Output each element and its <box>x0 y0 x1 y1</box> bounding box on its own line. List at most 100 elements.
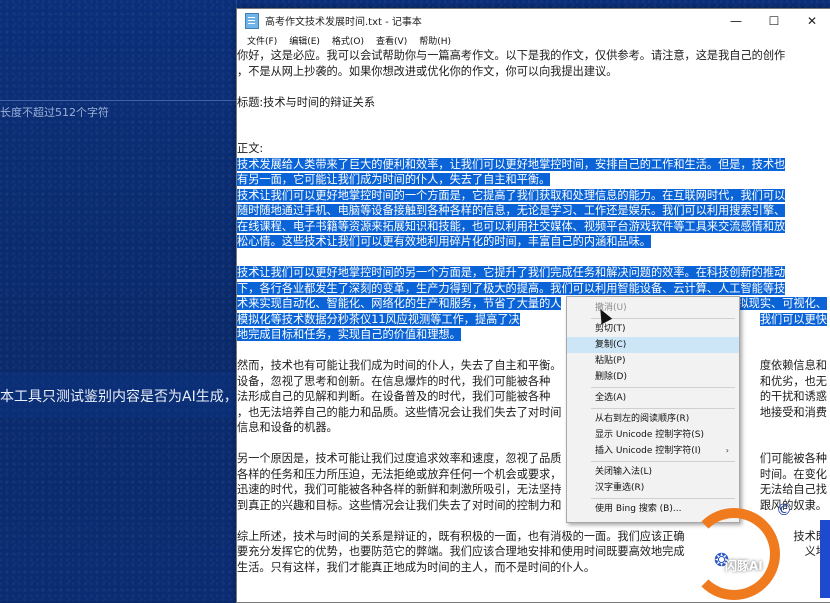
maximize-button[interactable]: ☐ <box>755 9 793 32</box>
selected-text: 技术让我们可以更好地掌控时间的一个方面是，它提高了我们获取和处理信息的能力。在互… <box>237 188 786 202</box>
submenu-arrow-icon: › <box>725 446 729 455</box>
line-text: 跟风的奴隶。 <box>759 498 827 512</box>
text-line: ，不是从网上抄袭的。如果你想改进或优化你的作文，你可以向我提出建议。 <box>237 64 617 80</box>
text-line-tail: 时间。在变化 <box>760 467 827 483</box>
text-line: 设备，忽视了思考和创新。在信息爆炸的时代，我们可能被各种 <box>237 374 550 390</box>
text-line: 各样的任务和压力所压迫，无法拒绝或放弃任何一个机会或要求， <box>237 467 561 483</box>
selected-text: 技术发展给人类带来了巨大的便利和效率，让我们可以更好地掌控时间，安排自己的工作和… <box>237 157 786 171</box>
line-text: 信息和设备的机器。 <box>237 421 338 434</box>
line-text: 然而，技术也有可能让我们成为时间的仆人，失去了自主和平衡。 <box>237 359 562 372</box>
text-line-tail: 无法给自己找 <box>760 482 827 498</box>
line-text: 生活。只有这样，我们才能真正地成为时间的主人，而不是时间的仆人。 <box>237 560 596 574</box>
line-text: 法形成自己的见解和判断。在设备普及的时代，我们可能被各种 <box>237 390 551 403</box>
text-line-tail: 的干扰和诱惑 <box>760 389 827 405</box>
text-line: 松心情。这些技术让我们可以更有效地利用碎片化的时间，丰富自己的内涵和品味。 <box>237 234 651 250</box>
line-text: 综上所述，技术与时间的关系是辩证的，既有积极的一面，也有消极的一面。我们应该正确 <box>237 529 685 543</box>
text-line: 要充分发挥它的优势，也要防范它的弊端。我们应该合理地安排和使用时间既要高效地完成 <box>237 544 685 560</box>
minimize-button[interactable]: — <box>717 9 755 32</box>
context-menu-item[interactable]: 汉字重选(R) <box>567 480 739 496</box>
text-line: 你好，这是必应。我可以会试帮助你与一篇高考作文。以下是我的作文，仅供参考。请注意… <box>237 48 785 64</box>
menu-format[interactable]: 格式(O) <box>326 34 370 47</box>
menu-separator <box>591 318 735 319</box>
text-line: 技术让我们可以更好地掌控时间的另一个方面是，它提升了我们完成任务和解决问题的效率… <box>237 265 786 281</box>
text-line: 综上所述，技术与时间的关系是辩证的，既有积极的一面，也有消极的一面。我们应该正确 <box>237 529 685 545</box>
context-menu-item[interactable]: 剪切(T) <box>567 321 739 337</box>
menu-edit[interactable]: 编辑(E) <box>283 34 326 47</box>
line-text: 们可能被各种 <box>759 452 827 465</box>
line-text: ，不是从网上抄袭的。如果你想改进或优化你的作文，你可以向我提出建议。 <box>237 64 618 78</box>
selected-text: 在线课程、电子书籍等资源来拓展知识和技能，也可以利用社交媒体、视频平台游戏软件等… <box>237 219 786 233</box>
text-line: 迅速的时代，我们可能被各种各样的新鲜和刺激所吸引，无法坚持 <box>237 482 561 498</box>
text-line: 另一个原因是，技术可能让我们过度追求效率和速度，忽视了品质 <box>237 451 561 467</box>
context-menu-item[interactable]: 从右到左的阅读顺序(R) <box>567 411 739 427</box>
menu-separator <box>591 387 735 388</box>
notepad-icon <box>245 12 259 29</box>
context-menu-item[interactable]: 粘贴(P) <box>567 353 739 369</box>
line-text: 迅速的时代，我们可能被各种各样的新鲜和刺激所吸引，无法坚持 <box>237 483 562 496</box>
line-text: 正文: <box>237 142 264 155</box>
selected-text: 有另一面，它可能让我们成为时间的仆人，失去了自主和平衡。 <box>237 173 551 186</box>
context-menu-label: 从右到左的阅读顺序(R) <box>595 414 690 424</box>
text-line: 术来实现自动化、智能化、网络化的生产和服务，节省了大量的人 <box>237 296 562 312</box>
watermark-brand: 闪豚AI <box>725 559 763 573</box>
text-line: 随时随地通过手机、电脑等设备接触到各种各样的信息，无论是学习、工作还是娱乐。我们… <box>237 203 786 219</box>
selected-text: 地完成目标和任务，实现自己的价值和理想。 <box>237 328 461 341</box>
text-line: 技术让我们可以更好地掌控时间的一个方面是，它提高了我们获取和处理信息的能力。在互… <box>237 188 786 204</box>
context-menu-label: 全选(A) <box>595 393 627 403</box>
text-line: 到真正的兴趣和目标。这些情况会让我们失去了对时间的控制力和 <box>237 498 561 514</box>
input-divider <box>0 100 236 101</box>
line-text: 的干扰和诱惑 <box>759 390 827 403</box>
line-text: 到真正的兴趣和目标。这些情况会让我们失去了对时间的控制力和 <box>237 498 562 512</box>
context-menu-label: 使用 Bing 搜索 (B)... <box>595 504 682 514</box>
context-menu-item[interactable]: 显示 Unicode 控制字符(S) <box>567 427 739 443</box>
menu-file[interactable]: 文件(F) <box>241 34 283 47</box>
selected-text: 我们可以更快 <box>759 312 827 326</box>
text-line: 技术发展给人类带来了巨大的便利和效率，让我们可以更好地掌控时间，安排自己的工作和… <box>237 157 786 173</box>
context-menu-label: 剪切(T) <box>595 324 626 334</box>
menu-view[interactable]: 查看(V) <box>370 34 413 47</box>
text-line-tail: 和优劣，也无 <box>760 374 827 390</box>
context-menu-item[interactable]: 全选(A) <box>567 390 739 406</box>
line-text: 地接受和消费 <box>759 405 827 419</box>
menu-separator <box>591 408 735 409</box>
menu-separator <box>591 498 735 499</box>
context-menu-label: 复制(C) <box>595 340 627 350</box>
text-line-tail: 我们可以更快 <box>759 312 827 328</box>
text-line: 生活。只有这样，我们才能真正地成为时间的主人，而不是时间的仆人。 <box>237 560 595 576</box>
selected-text: 模拟化等技术数据分秒茶仪11风应视测等工作，提高了决 <box>237 312 520 326</box>
context-menu-label: 关闭输入法(L) <box>595 467 653 477</box>
context-menu-item[interactable]: 撤消(U) <box>567 300 739 316</box>
line-text: 和优劣，也无 <box>759 374 827 388</box>
selected-text: 随时随地通过手机、电脑等设备接触到各种各样的信息，无论是学习、工作还是娱乐。我们… <box>237 204 786 217</box>
window-controls: — ☐ ✕ <box>717 9 830 32</box>
watermark-side-bar <box>820 520 830 598</box>
text-line: ，也无法培养自己的能力和品质。这些情况会让我们失去了对时间 <box>237 405 561 421</box>
context-menu-label: 删除(D) <box>595 372 627 382</box>
title-bar[interactable]: 高考作文技术发展时间.txt - 记事本 — ☐ ✕ <box>237 9 830 32</box>
selected-text: 松心情。这些技术让我们可以更有效地利用碎片化的时间，丰富自己的内涵和品味。 <box>237 235 651 248</box>
text-line-tail: 们可能被各种 <box>760 451 827 467</box>
selected-text: 技术让我们可以更好地掌控时间的另一个方面是，它提升了我们完成任务和解决问题的效率… <box>237 266 786 279</box>
context-menu: 撤消(U) 剪切(T) 复制(C) 粘贴(P) 删除(D) 全选(A) 从右到左的阅读顺序(… <box>566 296 740 523</box>
text-line: 有另一面，它可能让我们成为时间的仆人，失去了自主和平衡。 <box>237 172 551 188</box>
text-line: 正文: <box>237 141 263 157</box>
context-menu-item[interactable]: 删除(D) <box>567 369 739 385</box>
text-line: 地完成目标和任务，实现自己的价值和理想。 <box>237 327 461 343</box>
selected-text: 下，各行各业都发生了深刻的变革，生产力得到了极大的提高。我们可以利用智能设备、云… <box>237 281 786 295</box>
line-text: 你好，这是必应。我可以会试帮助你与一篇高考作文。以下是我的作文，仅供参考。请注意… <box>237 49 786 62</box>
context-menu-item[interactable]: 关闭输入法(L) <box>567 464 739 480</box>
text-line: 模拟化等技术数据分秒茶仪11风应视测等工作，提高了决 <box>237 312 520 328</box>
text-line: 标题:技术与时间的辩证关系 <box>237 95 375 111</box>
text-line-tail: 跟风的奴隶。 <box>760 498 827 514</box>
close-button[interactable]: ✕ <box>793 9 830 32</box>
context-menu-item[interactable]: 复制(C) <box>567 337 739 353</box>
line-text: 时间。在变化 <box>759 467 827 481</box>
text-line: 下，各行各业都发生了深刻的变革，生产力得到了极大的提高。我们可以利用智能设备、云… <box>237 281 786 297</box>
menu-help[interactable]: 帮助(H) <box>413 34 457 47</box>
menu-separator <box>591 461 735 462</box>
line-text: 度依赖信息和 <box>759 359 827 372</box>
context-menu-item[interactable]: 插入 Unicode 控制字符(I) › <box>567 443 739 459</box>
selected-text: 术来实现自动化、智能化、网络化的生产和服务，节省了大量的人 <box>237 297 562 310</box>
menu-bar: 文件(F) 编辑(E) 格式(O) 查看(V) 帮助(H) <box>237 32 830 48</box>
line-text: 各样的任务和压力所压迫，无法拒绝或放弃任何一个机会或要求， <box>237 467 562 481</box>
